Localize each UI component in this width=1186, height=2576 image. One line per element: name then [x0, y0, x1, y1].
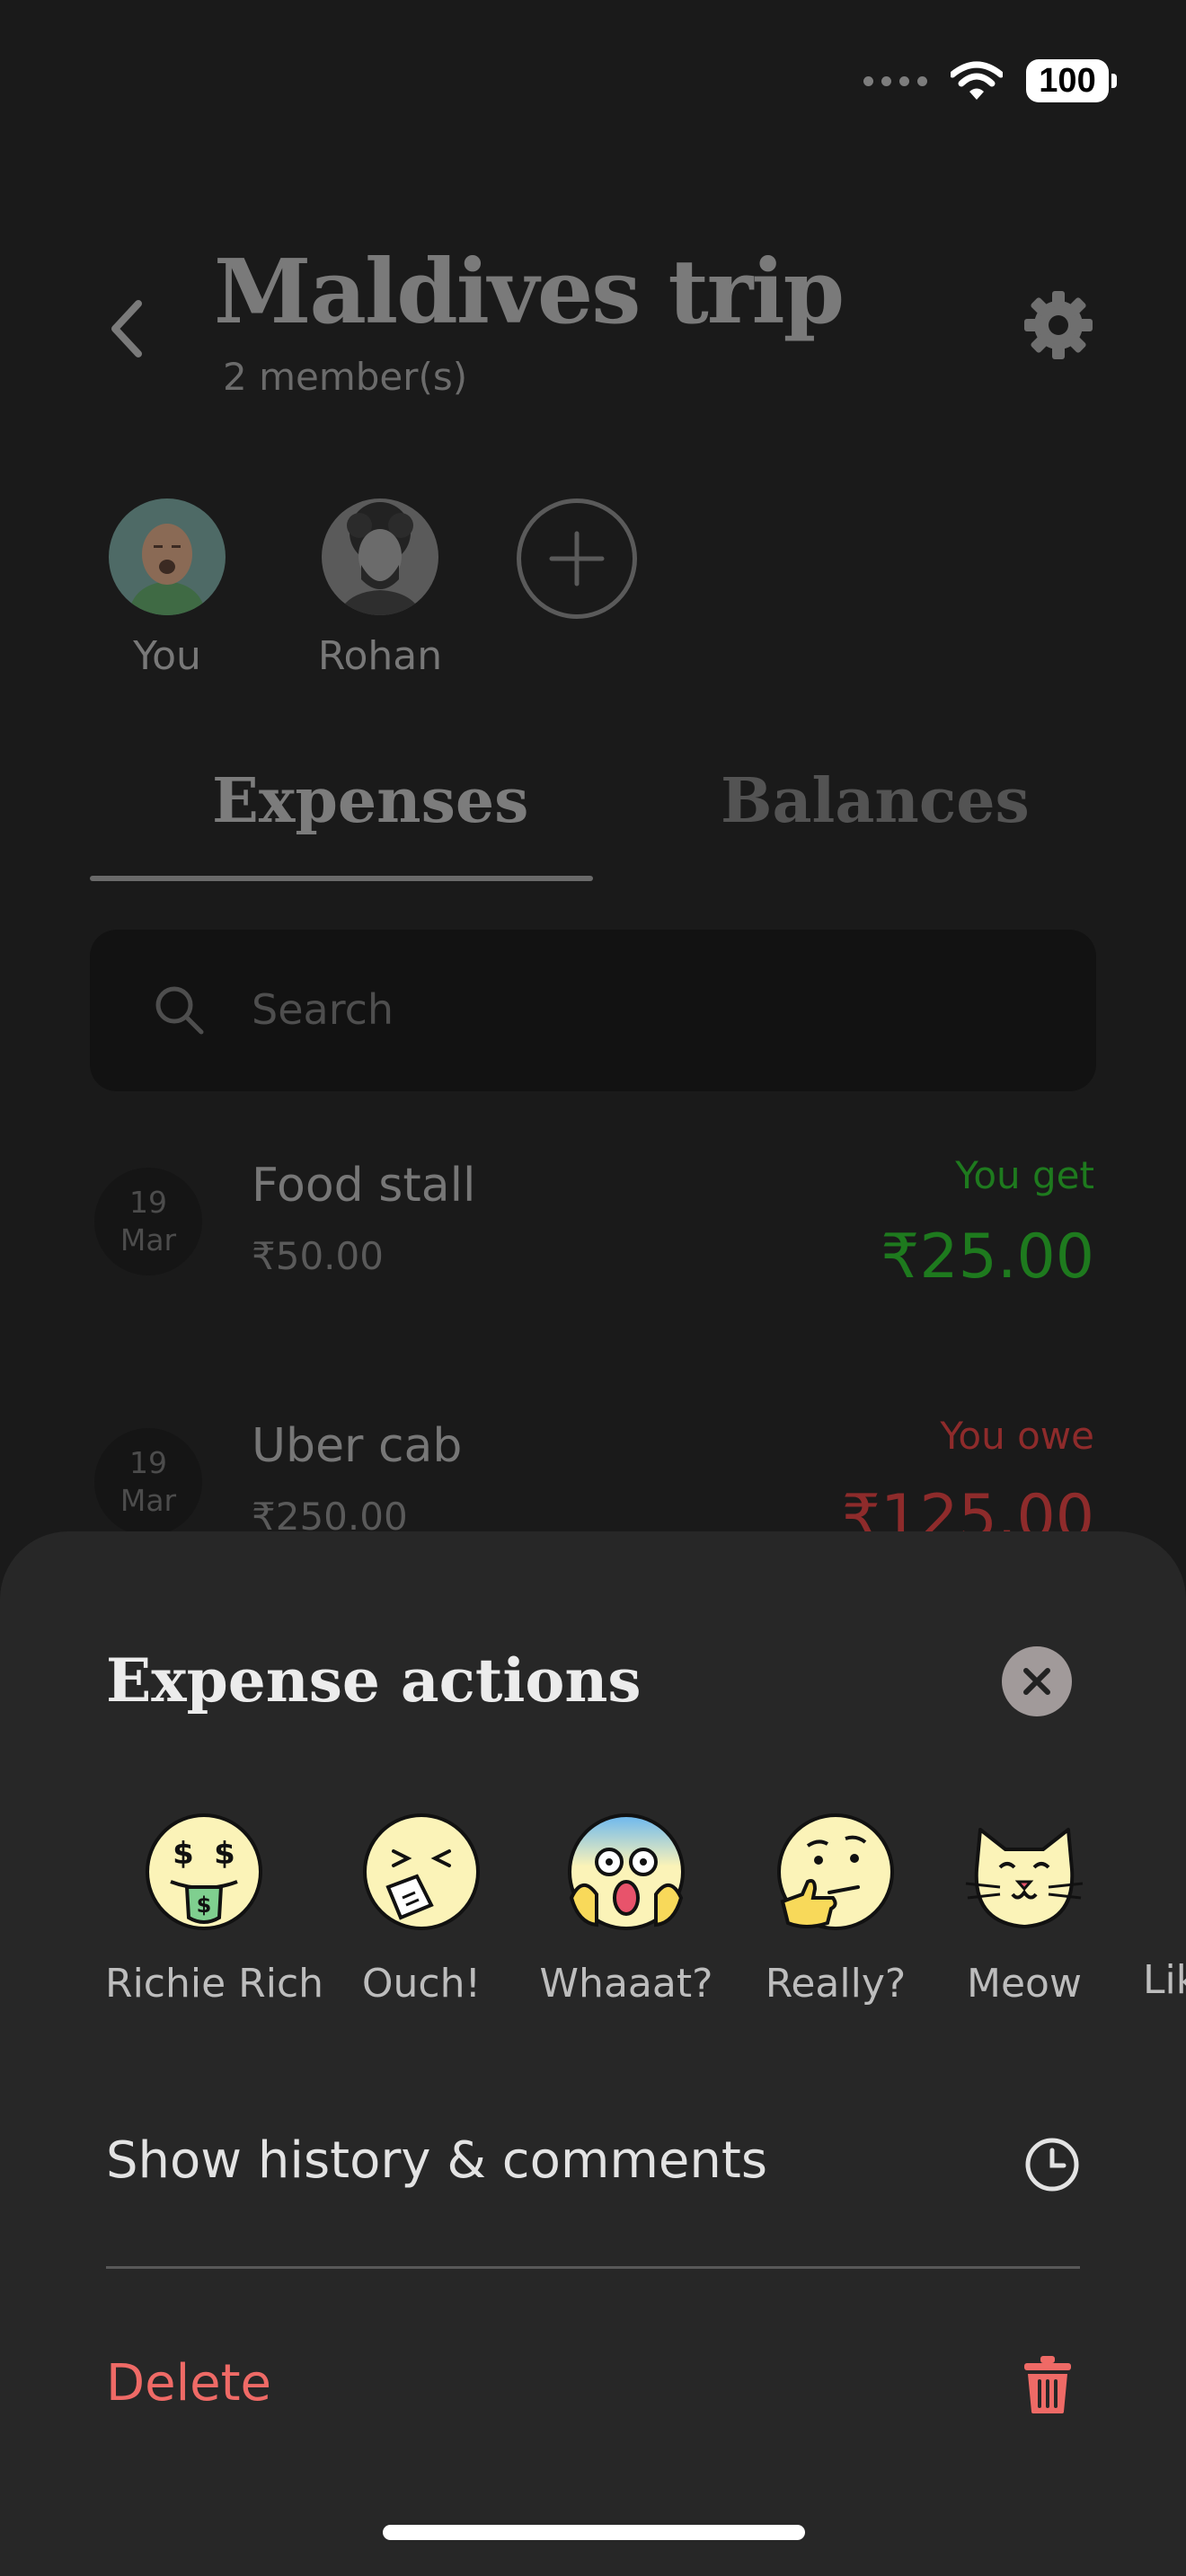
reaction-whaaat[interactable]: Whaaat? — [536, 1812, 716, 2007]
reaction-label: Meow — [967, 1961, 1082, 2007]
member-name: You — [133, 633, 201, 679]
reaction-richie-rich[interactable]: $ $ $ Richie Rich — [105, 1812, 324, 2007]
date-day: 19 — [129, 1445, 167, 1480]
expense-amount: ₹50.00 — [252, 1234, 384, 1278]
search-bar[interactable]: Search — [90, 930, 1096, 1091]
expense-row[interactable]: 19 Mar Food stall ₹50.00 You get ₹25.00 — [0, 1150, 1186, 1329]
clock-icon — [1025, 2138, 1079, 2192]
reaction-really[interactable]: Really? — [746, 1812, 925, 2007]
svg-text:$: $ — [214, 1836, 235, 1872]
back-arrow-icon[interactable] — [106, 296, 149, 361]
reaction-label: Ouch! — [361, 1961, 482, 2007]
date-month: Mar — [119, 1483, 177, 1518]
member-count: 2 member(s) — [223, 355, 468, 399]
search-icon — [155, 986, 204, 1035]
page-title: Maldives trip — [214, 241, 845, 344]
screaming-face-icon — [568, 1813, 685, 1930]
date-day: 19 — [129, 1185, 167, 1220]
reaction-label: Richie Rich — [105, 1961, 324, 2007]
tab-expenses[interactable]: Expenses — [212, 765, 528, 837]
expense-status: You get — [955, 1153, 1094, 1197]
expense-share: ₹25.00 — [881, 1222, 1094, 1292]
reaction-label: Whaaat? — [539, 1961, 713, 2007]
expense-name: Uber cab — [252, 1419, 463, 1473]
battery-indicator: 100 — [1026, 59, 1117, 102]
divider — [106, 2266, 1080, 2269]
reaction-ouch[interactable]: Ouch! — [332, 1812, 511, 2007]
thinking-face-icon — [777, 1813, 894, 1930]
gear-icon[interactable] — [1022, 289, 1094, 361]
reaction-label: Lik — [1143, 1957, 1186, 2003]
search-input[interactable]: Search — [252, 985, 394, 1034]
cat-face-icon — [965, 1828, 1084, 1928]
close-button[interactable] — [1002, 1646, 1072, 1716]
expense-actions-sheet: Expense actions $ $ $ Richie Rich Ouch! — [0, 1531, 1186, 2576]
show-history-button[interactable]: Show history & comments — [106, 2106, 1080, 2214]
svg-text:$: $ — [173, 1836, 194, 1872]
active-tab-indicator — [90, 876, 593, 881]
home-indicator — [383, 2525, 805, 2540]
sneezing-face-icon — [363, 1813, 480, 1930]
date-badge: 19 Mar — [94, 1168, 202, 1275]
date-badge: 19 Mar — [94, 1428, 202, 1536]
member-rohan[interactable]: Rohan — [290, 498, 470, 679]
member-name: Rohan — [317, 633, 443, 679]
status-bar: 100 — [863, 54, 1117, 108]
reaction-meow[interactable]: Meow — [934, 1812, 1114, 2007]
delete-label: Delete — [106, 2354, 271, 2413]
history-label: Show history & comments — [106, 2131, 768, 2190]
svg-text:$: $ — [197, 1892, 212, 1918]
close-icon — [1023, 1668, 1050, 1695]
tab-balances[interactable]: Balances — [721, 765, 1030, 837]
expense-status: You owe — [940, 1414, 1094, 1458]
reaction-partial[interactable]: Lik — [1143, 1812, 1186, 2003]
money-face-icon: $ $ $ — [146, 1813, 262, 1930]
avatar — [322, 498, 438, 615]
date-month: Mar — [119, 1222, 177, 1257]
reaction-label: Really? — [765, 1961, 907, 2007]
avatar — [109, 498, 226, 615]
cellular-signal-icon — [863, 75, 927, 86]
delete-button[interactable]: Delete — [106, 2329, 1080, 2437]
plus-icon — [549, 531, 605, 587]
sheet-title: Expense actions — [106, 1645, 642, 1716]
trash-icon — [1024, 2356, 1071, 2413]
wifi-icon — [951, 61, 1003, 100]
expense-name: Food stall — [252, 1159, 476, 1213]
reaction-face-offscreen — [1143, 1812, 1186, 1932]
add-member-button[interactable] — [517, 498, 637, 619]
member-you[interactable]: You — [77, 498, 257, 679]
